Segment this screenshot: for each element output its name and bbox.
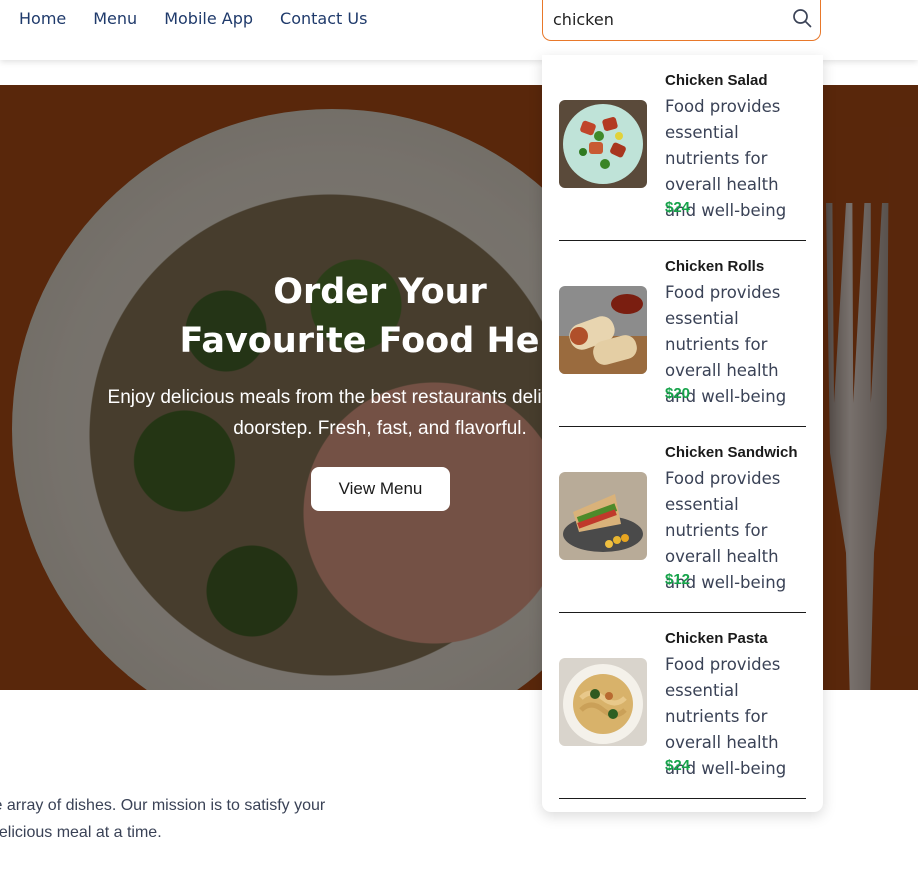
chicken-sandwich-image	[559, 472, 647, 560]
nav-links: Home Menu Mobile App Contact Us	[19, 8, 367, 30]
view-menu-button[interactable]: View Menu	[311, 467, 450, 511]
top-navbar: Home Menu Mobile App Contact Us	[0, 0, 918, 60]
search-box	[542, 0, 821, 41]
result-name: Chicken Salad	[665, 72, 768, 89]
chicken-salad-image	[559, 100, 647, 188]
chicken-rolls-image	[559, 286, 647, 374]
search-result-item[interactable]: Chicken Rolls Food provides essential nu…	[559, 241, 806, 427]
result-name: Chicken Pasta	[665, 630, 768, 647]
result-name: Chicken Sandwich	[665, 444, 798, 461]
search-input[interactable]	[551, 7, 785, 31]
result-price: $12	[665, 571, 691, 588]
search-result-item[interactable]: Chicken Pasta Food provides essential nu…	[559, 613, 806, 799]
about-text: le array of dishes. Our mission is to sa…	[0, 797, 326, 841]
nav-link-home[interactable]: Home	[19, 8, 66, 30]
nav-link-contact-us[interactable]: Contact Us	[280, 8, 367, 30]
search-result-item[interactable]: Chicken Sandwich Food provides essential…	[559, 427, 806, 613]
hero-title-line2: Favourite Food Here	[179, 321, 581, 361]
search-result-item[interactable]: Chicken Salad Food provides essential nu…	[559, 55, 806, 241]
hero-title-line1: Order Your	[273, 272, 487, 312]
result-price: $24	[665, 199, 691, 216]
result-price: $20	[665, 385, 691, 402]
search-results-dropdown: Chicken Salad Food provides essential nu…	[542, 55, 823, 812]
nav-link-menu[interactable]: Menu	[93, 8, 137, 30]
chicken-pasta-image	[559, 658, 647, 746]
result-name: Chicken Rolls	[665, 258, 765, 275]
result-price: $24	[665, 757, 691, 774]
search-icon[interactable]	[792, 8, 812, 28]
nav-link-mobile-app[interactable]: Mobile App	[164, 8, 253, 30]
